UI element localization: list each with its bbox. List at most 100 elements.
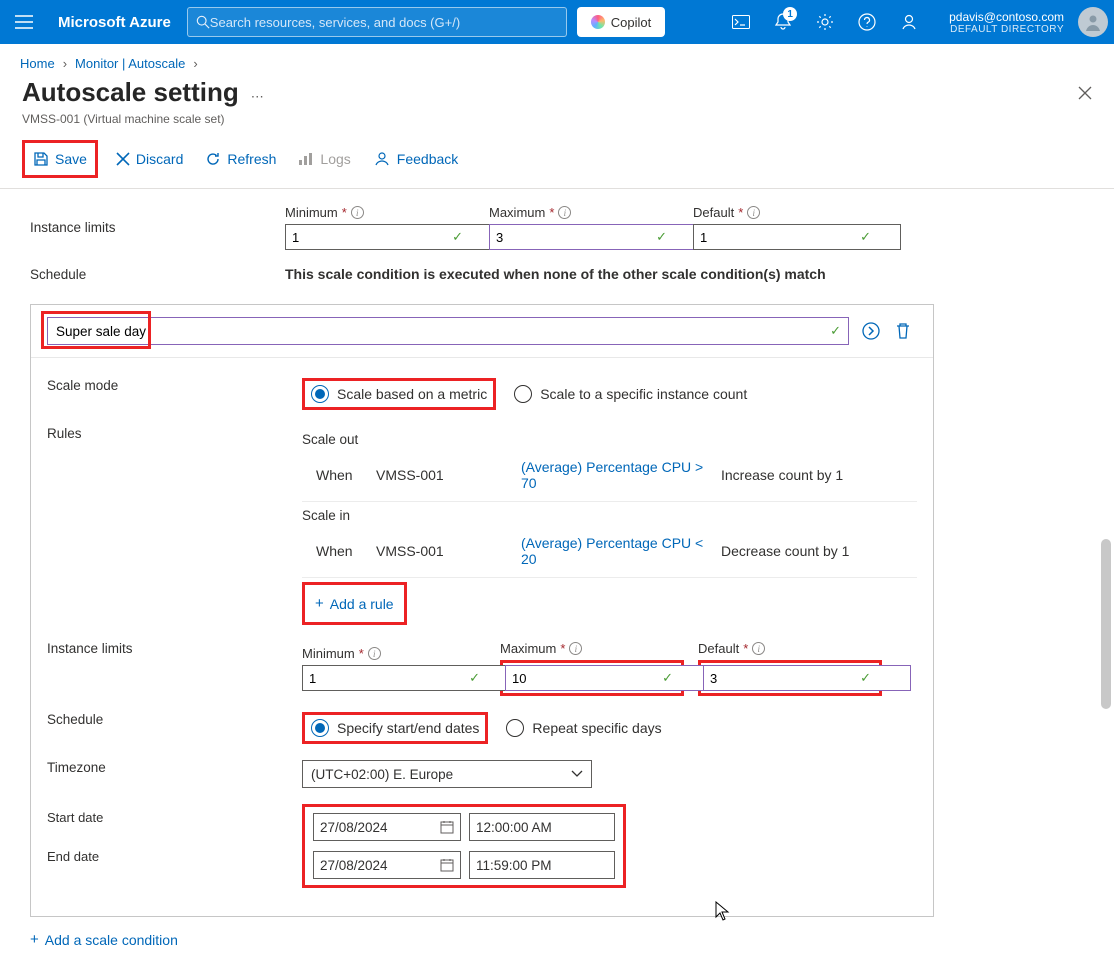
cond-max-input[interactable] [505,665,713,691]
rename-condition-icon[interactable] [861,321,881,341]
save-label: Save [55,151,87,167]
global-search[interactable] [187,7,567,37]
save-button[interactable]: Save [29,144,91,174]
mouse-cursor-icon [715,901,731,921]
user-account[interactable]: pdavis@contoso.com DEFAULT DIRECTORY [931,10,1072,35]
info-icon[interactable]: i [569,642,582,655]
azure-top-bar: Microsoft Azure Copilot 1 pdavis@contoso… [0,0,1114,44]
timezone-value: (UTC+02:00) E. Europe [311,767,453,782]
info-icon[interactable]: i [747,206,760,219]
calendar-icon [440,858,454,872]
refresh-icon [205,151,221,167]
copilot-label: Copilot [611,15,651,30]
more-icon[interactable]: ⋯ [251,89,265,105]
default-label: Default [698,641,739,656]
schedule-label-2: Schedule [47,712,302,727]
end-time-value: 11:59:00 PM [476,858,552,873]
discard-icon [116,152,130,166]
page-title: Autoscale setting [22,77,239,108]
default-label: Default [693,205,734,220]
calendar-icon [440,820,454,834]
minimum-label: Minimum [302,646,355,661]
info-icon[interactable]: i [368,647,381,660]
add-scale-condition-button[interactable]: + Add a scale condition [30,917,1104,948]
refresh-button[interactable]: Refresh [201,144,280,174]
minimum-label: Minimum [285,205,338,220]
chevron-down-icon [571,770,583,778]
delete-condition-icon[interactable] [893,321,913,341]
scale-condition-card: ✓ Scale mode Scale based on a metric [30,304,934,917]
rule-in-condition[interactable]: (Average) Percentage CPU < 20 [521,535,721,567]
page-subtitle: VMSS-001 (Virtual machine scale set) [0,112,1114,136]
end-date-input[interactable]: 27/08/2024 [313,851,461,879]
feedback-button[interactable]: Feedback [369,144,462,174]
discard-label: Discard [136,151,183,167]
check-icon: ✓ [860,670,871,686]
cond-def-input[interactable] [703,665,911,691]
timezone-label: Timezone [47,760,302,775]
info-icon[interactable]: i [351,206,364,219]
command-bar: Save Discard Refresh Logs Feedback [0,136,1114,189]
vertical-scrollbar[interactable] [1100,189,1112,966]
notifications-icon[interactable]: 1 [763,0,803,44]
discard-button[interactable]: Discard [112,144,187,174]
check-icon: ✓ [469,670,480,686]
breadcrumb-home[interactable]: Home [20,56,55,71]
radio-repeat-days[interactable]: Repeat specific days [506,719,661,737]
user-directory: DEFAULT DIRECTORY [950,24,1064,35]
radio-specify-dates[interactable]: Specify start/end dates [311,719,479,737]
start-date-input[interactable]: 27/08/2024 [313,813,461,841]
feedback-icon [373,151,391,167]
timezone-select[interactable]: (UTC+02:00) E. Europe [302,760,592,788]
copilot-icon [591,15,605,29]
rules-label: Rules [47,426,302,441]
info-icon[interactable]: i [558,206,571,219]
rule-out-action: Increase count by 1 [721,467,843,483]
close-icon[interactable] [1078,86,1092,100]
radio-scale-metric[interactable]: Scale based on a metric [311,385,487,403]
condition-name-input[interactable] [47,317,849,345]
chevron-right-icon: › [63,56,67,71]
radio-scale-metric-label: Scale based on a metric [337,386,487,402]
radio-specify-label: Specify start/end dates [337,720,479,736]
schedule-label: Schedule [30,267,285,282]
settings-icon[interactable] [805,0,845,44]
start-time-value: 12:00:00 AM [476,820,552,835]
help-icon[interactable] [847,0,887,44]
plus-icon: + [315,595,324,612]
maximum-label: Maximum [489,205,545,220]
info-icon[interactable]: i [752,642,765,655]
logs-label: Logs [320,151,350,167]
radio-scale-count[interactable]: Scale to a specific instance count [514,385,747,403]
check-icon: ✓ [656,229,667,245]
scale-in-rule[interactable]: When VMSS-001 (Average) Percentage CPU <… [302,529,917,578]
add-rule-button[interactable]: + Add a rule [311,587,398,620]
cloud-shell-icon[interactable] [721,0,761,44]
start-time-input[interactable]: 12:00:00 AM [469,813,615,841]
notification-badge: 1 [783,7,797,21]
add-rule-label: Add a rule [330,596,394,612]
check-icon: ✓ [452,229,463,245]
scale-out-rule[interactable]: When VMSS-001 (Average) Percentage CPU >… [302,453,917,502]
feedback-label: Feedback [397,151,458,167]
avatar[interactable] [1078,7,1108,37]
save-icon [33,151,49,167]
user-email: pdavis@contoso.com [949,10,1064,24]
menu-icon[interactable] [6,4,42,40]
radio-scale-count-label: Scale to a specific instance count [540,386,747,402]
scale-in-title: Scale in [302,508,917,523]
copilot-button[interactable]: Copilot [577,7,665,37]
brand-label: Microsoft Azure [42,14,187,31]
feedback-top-icon[interactable] [889,0,929,44]
breadcrumb-monitor-autoscale[interactable]: Monitor | Autoscale [75,56,185,71]
rule-when-label: When [316,467,376,483]
plus-icon: + [30,931,39,948]
breadcrumb: Home › Monitor | Autoscale › [0,44,1114,75]
rule-out-condition[interactable]: (Average) Percentage CPU > 70 [521,459,721,491]
scale-out-title: Scale out [302,432,917,447]
search-input[interactable] [210,15,558,30]
end-date-value: 27/08/2024 [320,858,388,873]
search-icon [196,15,210,29]
end-time-input[interactable]: 11:59:00 PM [469,851,615,879]
logs-icon [298,152,314,166]
